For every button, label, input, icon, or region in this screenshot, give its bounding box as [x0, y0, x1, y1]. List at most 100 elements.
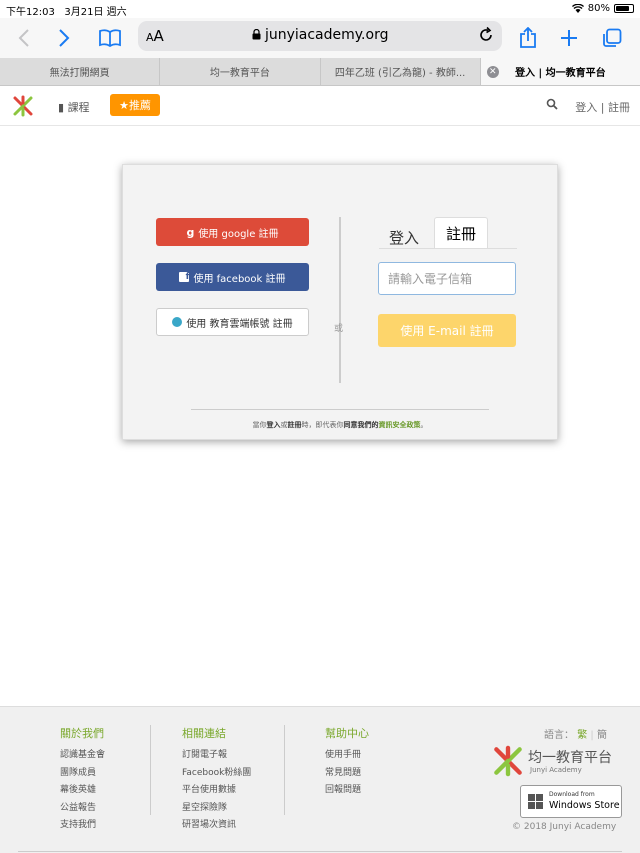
footer-link[interactable]: 星空探險隊: [182, 800, 251, 813]
nav-login-register-link[interactable]: 登入 | 註冊: [575, 99, 630, 115]
facebook-signup-button[interactable]: f 使用 facebook 註冊: [156, 263, 309, 291]
footer-link[interactable]: 支持我們: [60, 817, 105, 830]
email-signup-button[interactable]: 使用 E-mail 註冊: [378, 314, 516, 347]
google-icon: g: [186, 225, 195, 239]
footer-link[interactable]: 公益報告: [60, 800, 105, 813]
edu-cloud-signup-label: 使用 教育雲端帳號 註冊: [186, 318, 293, 330]
address-bar[interactable]: AA junyiacademy.org: [138, 21, 502, 51]
tabs-overview-icon[interactable]: [598, 24, 626, 52]
footer-heading: 幫助中心: [325, 727, 369, 740]
browser-tab[interactable]: 四年乙班 (引乙為龍) - 教師...: [321, 58, 481, 85]
footer-related-column: 相關連結 訂閱電子報 Facebook粉絲團 平台使用數據 星空探險隊 研習場次…: [182, 725, 251, 835]
copyright: © 2018 Junyi Academy: [512, 822, 617, 832]
footer-help-column: 幫助中心 使用手冊 常見問題 回報問題: [325, 725, 369, 800]
store-big-text: Windows Store: [549, 800, 620, 811]
email-input[interactable]: [378, 262, 516, 295]
footer-link[interactable]: 幕後英雄: [60, 782, 105, 795]
url-text: junyiacademy.org: [264, 27, 389, 43]
terms-part: 註冊: [287, 421, 302, 429]
status-bar: 下午12:03 3月21日 週六 80%: [0, 0, 640, 18]
nav-recommend-button[interactable]: ★ 推薦: [110, 94, 160, 116]
lang-separator: |: [590, 730, 594, 741]
brand-name-en: Junyi Academy: [530, 766, 582, 774]
facebook-icon: f: [179, 272, 190, 282]
google-signup-label: 使用 google 註冊: [198, 228, 279, 240]
lock-icon: [252, 28, 261, 40]
tab-title: 無法打開網頁: [49, 68, 110, 79]
search-icon[interactable]: [546, 98, 558, 110]
back-icon[interactable]: [10, 24, 38, 52]
browser-toolbar: AA junyiacademy.org: [0, 18, 640, 58]
tab-title: 登入 | 均一教育平台: [515, 68, 606, 79]
footer-link[interactable]: 平台使用數據: [182, 782, 251, 795]
bookmarks-icon[interactable]: [96, 24, 124, 52]
facebook-signup-label: 使用 facebook 註冊: [193, 273, 286, 285]
browser-tab-strip: 無法打開網頁 均一教育平台 四年乙班 (引乙為龍) - 教師... ✕ 登入 |…: [0, 58, 640, 86]
site-footer: 關於我們 認識基金會 團隊成員 幕後英雄 公益報告 支持我們 相關連結 訂閱電子…: [0, 706, 640, 853]
browser-tab[interactable]: 均一教育平台: [160, 58, 321, 85]
site-header: ▮ 課程 ★ 推薦 登入 | 註冊: [0, 86, 640, 126]
nav-course-label: 課程: [67, 101, 90, 114]
junyi-logo-icon[interactable]: [12, 95, 34, 117]
footer-link[interactable]: 常見問題: [325, 765, 369, 778]
share-icon[interactable]: [514, 24, 542, 52]
wifi-icon: [571, 4, 584, 13]
divider: [191, 409, 489, 410]
reload-icon[interactable]: [476, 25, 496, 45]
store-small-text: Download from: [549, 791, 595, 798]
terms-text: 當你登入或註冊時，即代表你同意我們的資訊安全政策。: [123, 420, 557, 430]
nav-recommend-label: 推薦: [128, 99, 151, 112]
terms-part: 或: [280, 421, 288, 429]
windows-icon: [528, 794, 543, 809]
terms-part: 時，即代表你: [301, 421, 344, 429]
footer-link[interactable]: 團隊成員: [60, 765, 105, 778]
battery-percent: 80%: [587, 3, 610, 14]
close-tab-icon[interactable]: ✕: [486, 66, 499, 78]
terms-part: 登入: [266, 421, 281, 429]
or-label: 或: [334, 324, 344, 334]
privacy-policy-link[interactable]: 資訊安全政策: [379, 421, 421, 429]
footer-link[interactable]: 認識基金會: [60, 747, 105, 760]
status-date: 3月21日 週六: [64, 7, 127, 18]
terms-part: 當你: [252, 421, 267, 429]
battery-icon: [614, 4, 634, 13]
signup-card: g 使用 google 註冊 f 使用 facebook 註冊 使用 教育雲端帳…: [122, 164, 558, 440]
footer-heading: 關於我們: [60, 727, 104, 740]
terms-part: 。: [420, 421, 428, 429]
browser-tab[interactable]: 無法打開網頁: [0, 58, 161, 85]
footer-separator: [284, 725, 285, 815]
star-icon: ★: [119, 98, 129, 112]
tab-register[interactable]: 註冊: [434, 217, 488, 249]
tab-title: 均一教育平台: [209, 68, 270, 79]
footer-link[interactable]: 使用手冊: [325, 747, 369, 760]
footer-separator: [150, 725, 151, 815]
lang-simplified[interactable]: 簡: [597, 730, 607, 741]
windows-store-badge[interactable]: Download from Windows Store: [520, 785, 622, 818]
language-switcher: 語言： 繁 | 簡: [544, 726, 607, 741]
terms-part: 同意我們的: [343, 421, 379, 429]
brand-name-cn: 均一教育平台: [528, 750, 612, 766]
tab-login[interactable]: 登入: [389, 227, 419, 248]
footer-link[interactable]: 研習場次資訊: [182, 817, 251, 830]
divider: [18, 851, 622, 852]
footer-heading: 相關連結: [182, 727, 226, 740]
footer-link[interactable]: 回報問題: [325, 782, 369, 795]
lang-traditional[interactable]: 繁: [577, 730, 587, 741]
browser-tab-active[interactable]: ✕ 登入 | 均一教育平台: [480, 58, 640, 85]
footer-about-column: 關於我們 認識基金會 團隊成員 幕後英雄 公益報告 支持我們: [60, 725, 105, 835]
language-label: 語言：: [544, 730, 574, 741]
nav-course-link[interactable]: ▮ 課程: [58, 99, 90, 115]
tab-title: 四年乙班 (引乙為龍) - 教師...: [334, 68, 466, 79]
footer-logo: 均一教育平台 Junyi Academy: [492, 745, 622, 779]
junyi-logo-icon: [494, 745, 522, 777]
edu-cloud-icon: [172, 317, 183, 327]
google-signup-button[interactable]: g 使用 google 註冊: [156, 218, 309, 246]
book-icon: ▮: [58, 101, 65, 114]
divider: [339, 217, 341, 383]
new-tab-icon[interactable]: [555, 24, 583, 52]
forward-icon[interactable]: [50, 24, 78, 52]
footer-link[interactable]: Facebook粉絲團: [182, 765, 251, 778]
footer-link[interactable]: 訂閱電子報: [182, 747, 251, 760]
status-time: 下午12:03: [6, 7, 55, 18]
edu-cloud-signup-button[interactable]: 使用 教育雲端帳號 註冊: [156, 308, 309, 336]
